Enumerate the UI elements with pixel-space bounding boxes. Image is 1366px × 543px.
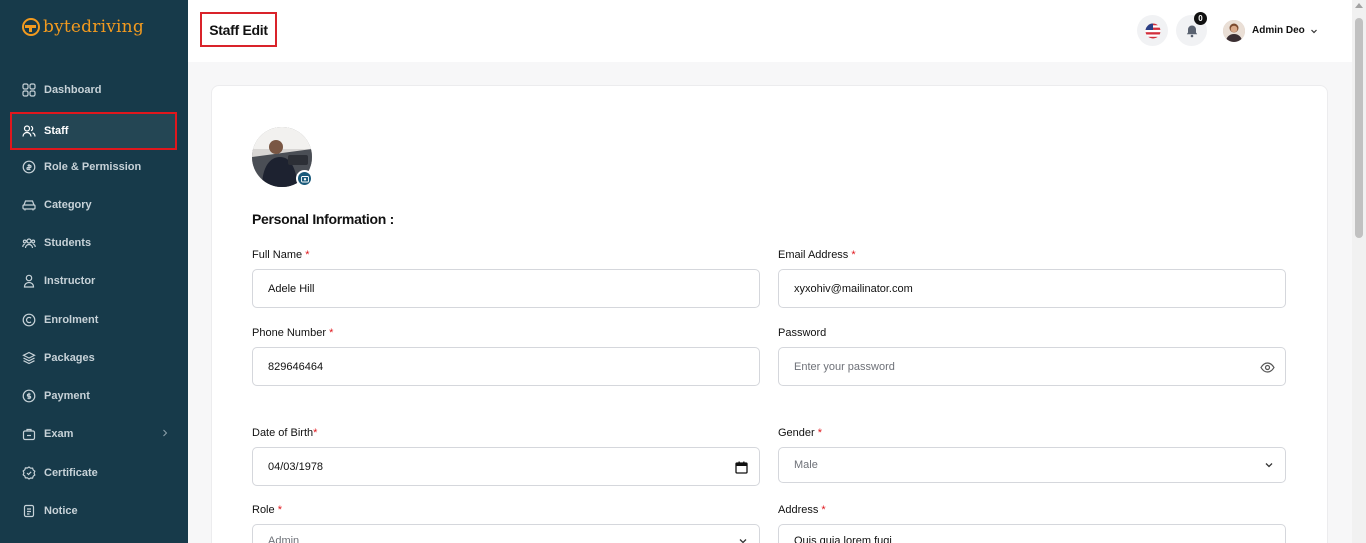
dob-value: 04/03/1978 — [268, 460, 324, 473]
password-field[interactable]: Enter your password — [778, 347, 1286, 386]
sidebar-item-staff[interactable]: Staff — [10, 112, 177, 150]
dollar-icon — [22, 389, 36, 403]
scroll-up-arrow[interactable] — [1355, 3, 1363, 8]
sidebar-item-label: Dashboard — [44, 84, 102, 96]
grid-icon — [22, 83, 36, 97]
top-header: Staff Edit 0 Admin Deo — [188, 0, 1352, 62]
copyright-icon — [22, 313, 36, 327]
address-label: Address * — [778, 504, 826, 516]
brand-logo[interactable]: bytedriving — [22, 17, 144, 37]
role-select[interactable]: Admin — [252, 524, 760, 543]
chevron-down-icon — [1265, 463, 1273, 468]
change-photo-button[interactable] — [296, 170, 313, 187]
sidebar-item-label: Instructor — [44, 275, 96, 287]
us-flag-icon — [1145, 23, 1160, 38]
section-title: Personal Information : — [252, 211, 394, 227]
camera-icon — [300, 175, 309, 182]
eye-icon[interactable] — [1260, 360, 1275, 375]
notifications-button[interactable]: 0 — [1176, 12, 1207, 46]
sidebar: bytedriving Dashboard Staff Role & Permi… — [0, 0, 188, 543]
group-icon — [22, 236, 36, 250]
staff-edit-form-card: Personal Information : Full Name * Adele… — [211, 85, 1328, 543]
dob-label: Date of Birth* — [252, 427, 318, 439]
role-value: Admin — [268, 535, 300, 543]
email-label: Email Address * — [778, 249, 856, 261]
gender-select[interactable]: Male — [778, 447, 1286, 483]
sidebar-item-certificate[interactable]: Certificate — [10, 455, 177, 491]
sidebar-item-label: Packages — [44, 352, 95, 364]
sidebar-item-label: Certificate — [44, 467, 98, 479]
brand-name: bytedriving — [43, 17, 144, 37]
shield-icon — [22, 160, 36, 174]
users-icon — [22, 124, 36, 138]
sidebar-item-label: Payment — [44, 390, 90, 402]
calendar-icon[interactable] — [734, 460, 749, 475]
full-name-field[interactable]: Adele Hill — [252, 269, 760, 308]
phone-label: Phone Number * — [252, 327, 334, 339]
briefcase-icon — [22, 427, 36, 441]
bell-icon — [1186, 25, 1197, 37]
phone-field[interactable]: 829646464 — [252, 347, 760, 386]
document-icon — [22, 504, 36, 518]
sidebar-item-dashboard[interactable]: Dashboard — [10, 72, 177, 108]
sidebar-item-label: Notice — [44, 505, 78, 517]
page-scrollbar[interactable] — [1352, 0, 1366, 543]
user-avatar-image — [1223, 20, 1245, 42]
role-label: Role * — [252, 504, 282, 516]
gender-value: Male — [794, 459, 818, 471]
address-field[interactable]: Quis quia lorem fugi — [778, 524, 1286, 543]
sidebar-item-enrolment[interactable]: Enrolment — [10, 302, 177, 338]
password-label: Password — [778, 327, 827, 339]
date-of-birth-field[interactable]: 04/03/1978 — [252, 447, 760, 486]
sidebar-item-label: Role & Permission — [44, 161, 142, 173]
steering-wheel-icon — [22, 18, 40, 36]
sidebar-item-label: Category — [44, 199, 92, 211]
page-title: Staff Edit — [200, 12, 277, 47]
sidebar-item-students[interactable]: Students — [10, 225, 177, 261]
avatar[interactable] — [1223, 20, 1245, 42]
sidebar-item-label: Exam — [44, 428, 74, 440]
person-icon — [22, 274, 36, 288]
password-placeholder: Enter your password — [794, 360, 895, 373]
email-field[interactable]: xyxohiv@mailinator.com — [778, 269, 1286, 308]
user-name[interactable]: Admin Deo — [1252, 25, 1305, 36]
layers-icon — [22, 351, 36, 365]
sidebar-item-role-permission[interactable]: Role & Permission — [10, 149, 177, 185]
sidebar-item-payment[interactable]: Payment — [10, 378, 177, 414]
notification-count-badge: 0 — [1194, 12, 1207, 25]
sidebar-item-instructor[interactable]: Instructor — [10, 263, 177, 299]
chevron-down-icon — [739, 539, 747, 543]
sidebar-item-category[interactable]: Category — [10, 187, 177, 223]
car-icon — [22, 198, 36, 212]
sidebar-item-packages[interactable]: Packages — [10, 340, 177, 376]
sidebar-item-exam[interactable]: Exam — [10, 416, 177, 452]
sidebar-item-label: Staff — [44, 125, 69, 137]
chevron-down-icon[interactable] — [1309, 26, 1319, 36]
sidebar-item-label: Enrolment — [44, 314, 99, 326]
badge-icon — [22, 466, 36, 480]
gender-label: Gender * — [778, 427, 823, 439]
sidebar-item-notice[interactable]: Notice — [10, 493, 177, 529]
scroll-thumb[interactable] — [1355, 18, 1363, 238]
language-selector[interactable] — [1137, 15, 1168, 46]
chevron-right-icon — [163, 429, 168, 437]
full-name-label: Full Name * — [252, 249, 310, 261]
sidebar-item-label: Students — [44, 237, 92, 249]
